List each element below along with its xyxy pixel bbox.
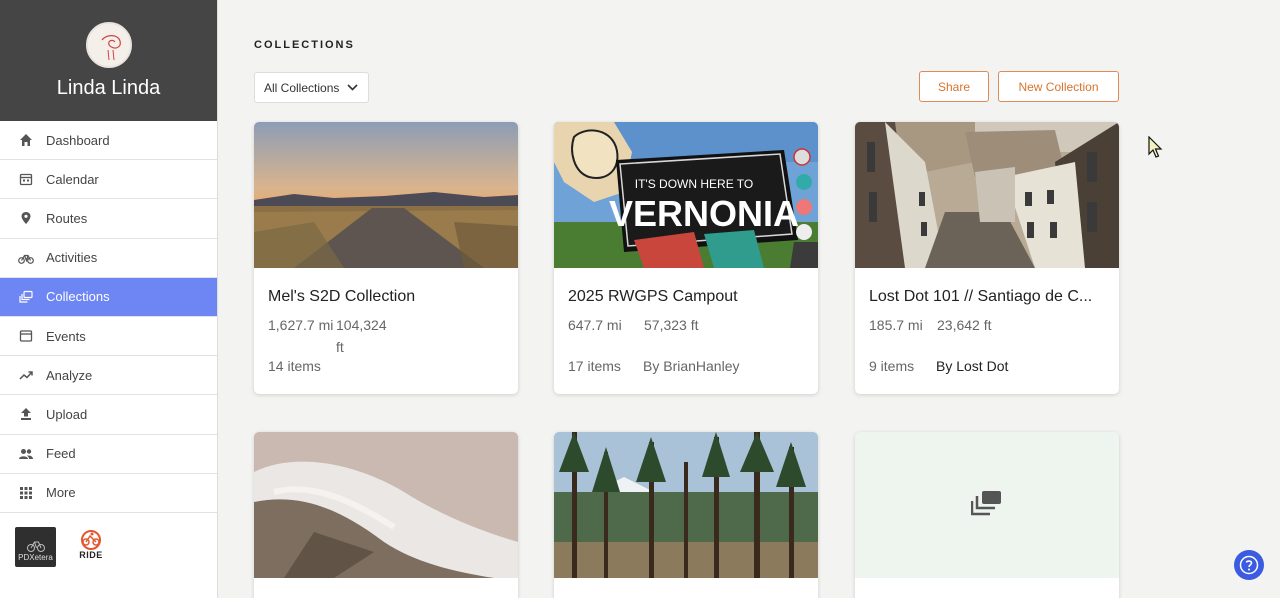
sidebar-item-label: Events bbox=[46, 328, 86, 344]
sidebar: Linda Linda Dashboard Calendar Routes Ac… bbox=[0, 0, 218, 598]
cyclist-icon bbox=[81, 529, 101, 550]
sidebar-item-label: Activities bbox=[46, 250, 98, 266]
grid-icon bbox=[18, 485, 34, 501]
sidebar-item-label: Calendar bbox=[46, 171, 99, 187]
sidebar-item-feed[interactable]: Feed bbox=[0, 434, 217, 474]
club-logo-pdxetera[interactable]: PDXetera bbox=[15, 526, 56, 567]
collection-title: 2025 RWGPS Campout bbox=[568, 288, 738, 305]
sidebar-item-dashboard[interactable]: Dashboard bbox=[0, 121, 217, 161]
club-logo-ride[interactable]: RIDE bbox=[76, 529, 106, 564]
mouse-cursor-icon bbox=[1148, 135, 1164, 165]
new-collection-button[interactable]: New Collection bbox=[998, 71, 1119, 102]
collection-elevation: 23,642 ft bbox=[937, 317, 992, 333]
collection-card[interactable] bbox=[554, 432, 818, 598]
sidebar-item-upload[interactable]: Upload bbox=[0, 395, 217, 435]
collection-distance: 1,627.7 mi bbox=[268, 317, 334, 333]
collection-card[interactable] bbox=[254, 432, 518, 598]
upload-icon bbox=[18, 406, 34, 422]
collection-cover-image bbox=[855, 122, 1119, 268]
svg-text:IT'S DOWN HERE TO: IT'S DOWN HERE TO bbox=[635, 177, 754, 191]
collections-icon bbox=[970, 489, 1003, 522]
collections-filter-dropdown[interactable]: All Collections bbox=[254, 72, 369, 103]
events-icon bbox=[18, 328, 34, 344]
sidebar-item-activities[interactable]: Activities bbox=[0, 238, 217, 278]
help-button[interactable] bbox=[1234, 550, 1264, 580]
sidebar-item-label: Upload bbox=[46, 406, 88, 422]
dropdown-selected-value: All Collections bbox=[264, 80, 340, 95]
collection-card-placeholder[interactable] bbox=[855, 432, 1119, 598]
people-icon bbox=[18, 446, 34, 462]
club-logos: PDXetera RIDE bbox=[0, 513, 217, 567]
avatar[interactable] bbox=[85, 22, 132, 68]
collection-distance: 185.7 mi bbox=[869, 317, 923, 333]
sidebar-item-routes[interactable]: Routes bbox=[0, 199, 217, 239]
svg-text:VERNONIA: VERNONIA bbox=[609, 193, 799, 234]
sidebar-item-label: Analyze bbox=[46, 367, 93, 383]
question-icon bbox=[1239, 555, 1259, 575]
collection-cover-image bbox=[254, 432, 518, 578]
collection-elevation: 57,323 ft bbox=[644, 317, 699, 333]
sidebar-item-calendar[interactable]: Calendar bbox=[0, 160, 217, 200]
collection-card[interactable]: Lost Dot 101 // Santiago de C... 185.7 m… bbox=[855, 122, 1119, 394]
chevron-down-icon bbox=[347, 84, 358, 91]
collection-elevation: 104,324 ft bbox=[336, 317, 387, 355]
sidebar-item-events[interactable]: Events bbox=[0, 316, 217, 357]
sidebar-item-label: Dashboard bbox=[46, 132, 110, 148]
profile-header: Linda Linda bbox=[0, 0, 217, 121]
sidebar-item-label: Feed bbox=[46, 446, 76, 462]
sidebar-item-more[interactable]: More bbox=[0, 473, 217, 513]
map-pin-icon bbox=[18, 210, 34, 226]
collection-item-count: 9 items bbox=[869, 358, 915, 374]
sidebar-item-label: Routes bbox=[46, 210, 88, 226]
trend-icon bbox=[18, 367, 34, 383]
collection-distance: 647.7 mi bbox=[568, 317, 622, 333]
share-button[interactable]: Share bbox=[919, 71, 989, 102]
bicycle-icon bbox=[26, 541, 45, 552]
collection-cover-image: IT'S DOWN HERE TO VERNONIA bbox=[554, 122, 818, 268]
placeholder-body bbox=[855, 578, 1119, 598]
collection-cover-image bbox=[254, 122, 518, 268]
club-logo-label: RIDE bbox=[79, 549, 103, 560]
profile-name: Linda Linda bbox=[56, 77, 161, 99]
collection-item-count: 14 items bbox=[268, 358, 321, 374]
collections-icon bbox=[18, 289, 34, 305]
sidebar-nav: Dashboard Calendar Routes Activities Col… bbox=[0, 121, 217, 513]
collection-title: Lost Dot 101 // Santiago de C... bbox=[869, 288, 1093, 305]
collection-cover-image bbox=[554, 432, 818, 578]
sidebar-item-label: More bbox=[46, 485, 76, 501]
sidebar-item-analyze[interactable]: Analyze bbox=[0, 356, 217, 396]
collection-title: Mel's S2D Collection bbox=[268, 288, 416, 305]
calendar-icon bbox=[18, 171, 34, 187]
collection-author: By Lost Dot bbox=[936, 358, 1009, 374]
collection-author: By BrianHanley bbox=[643, 358, 740, 374]
page-title: COLLECTIONS bbox=[254, 39, 355, 51]
placeholder-cover bbox=[855, 432, 1119, 578]
collection-card[interactable]: Mel's S2D Collection 1,627.7 mi 104,324 … bbox=[254, 122, 518, 394]
collection-item-count: 17 items bbox=[568, 358, 621, 374]
bicycle-icon bbox=[18, 250, 34, 266]
collection-card[interactable]: IT'S DOWN HERE TO VERNONIA 2025 RWGPS Ca… bbox=[554, 122, 818, 394]
sidebar-item-label: Collections bbox=[46, 289, 110, 305]
sidebar-item-collections[interactable]: Collections bbox=[0, 277, 217, 317]
club-logo-label: PDXetera bbox=[18, 552, 53, 562]
home-icon bbox=[18, 132, 34, 148]
